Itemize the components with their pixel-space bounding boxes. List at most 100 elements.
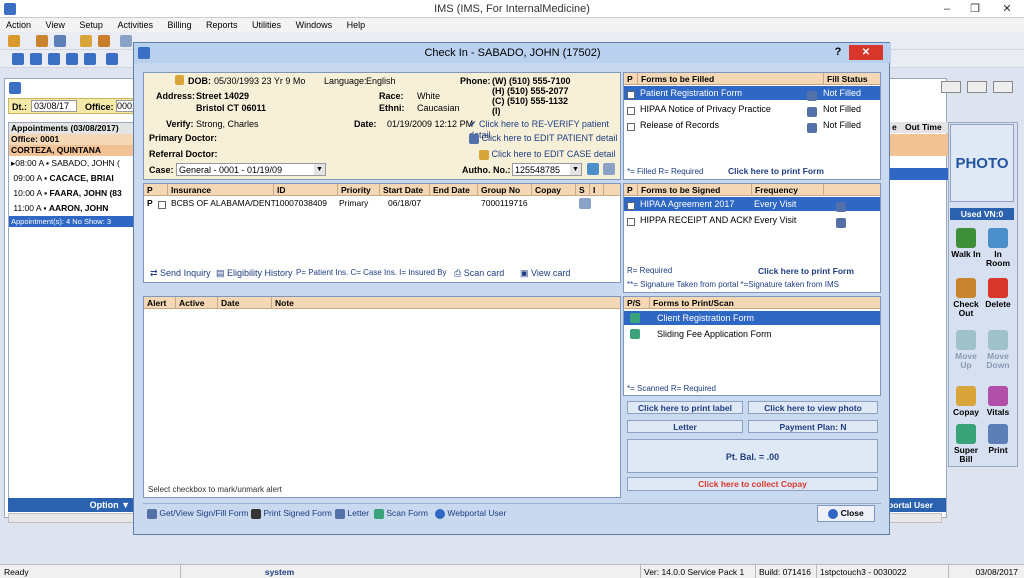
menu-utilities[interactable]: Utilities xyxy=(246,18,287,32)
referral-doctor-label: Referral Doctor: xyxy=(149,149,218,159)
scan-form-link[interactable]: Scan Form xyxy=(374,504,428,522)
delete-icon xyxy=(988,278,1008,298)
dialog-help-button[interactable]: ? xyxy=(831,45,845,60)
dialog-bottom-bar: Get/View Sign/Fill Form Print Signed For… xyxy=(143,503,881,525)
print-button[interactable]: Print xyxy=(982,424,1014,455)
edit-patient-link[interactable]: Click here to EDIT PATIENT detail xyxy=(469,133,617,144)
menu-action[interactable]: Action xyxy=(0,18,37,32)
out-time-bands xyxy=(890,134,948,156)
alerts-panel: Alert Active Date Note Select checkbox t… xyxy=(143,296,621,498)
minimize-icon[interactable]: – xyxy=(934,0,960,18)
document-icon[interactable] xyxy=(98,35,110,47)
collect-copay-button[interactable]: Click here to collect Copay xyxy=(627,477,878,491)
edit-case-link[interactable]: Click here to EDIT CASE detail xyxy=(479,149,615,160)
report-icon[interactable] xyxy=(120,35,132,47)
case-select[interactable]: General - 0001 - 01/19/09 ▼ xyxy=(176,163,326,176)
print-form-row[interactable]: Sliding Fee Application Form xyxy=(624,327,880,341)
window-close-icon[interactable] xyxy=(993,81,1013,93)
search-icon[interactable] xyxy=(587,163,599,175)
sign-form-icon[interactable] xyxy=(836,201,846,212)
sign-form-row[interactable]: HIPPA RECEIPT AND ACKNO Every Visit xyxy=(624,213,880,228)
sign-form-row[interactable]: HIPAA Agreement 2017 Every Visit xyxy=(624,197,880,212)
close-button[interactable]: Close xyxy=(817,505,875,522)
insurance-row[interactable]: P BCBS OF ALABAMA/DENT 10007038409 Prima… xyxy=(144,198,620,211)
appointment-row[interactable]: ▸08:00 A ▪ SABADO, JOHN ( xyxy=(9,156,133,171)
view-card-link[interactable]: ▣ View card xyxy=(520,268,570,279)
window-minimize-icon[interactable] xyxy=(941,81,961,93)
form-row[interactable]: HIPAA Notice of Privacy Practice Not Fil… xyxy=(624,102,880,117)
portal-user-header: portal User xyxy=(888,498,946,512)
walk-in-button[interactable]: Walk In xyxy=(950,228,982,259)
scan-card-icon[interactable] xyxy=(579,198,591,209)
print-signed-form-link[interactable]: Click here to print Form xyxy=(758,266,854,276)
close-icon[interactable]: ✕ xyxy=(990,0,1024,18)
first-icon[interactable] xyxy=(12,53,24,65)
in-room-button[interactable]: In Room xyxy=(982,228,1014,268)
appointment-icon[interactable] xyxy=(54,35,66,47)
letter-button[interactable]: Letter xyxy=(627,420,743,433)
forms-signed-header-row: P Forms to be Signed Frequency xyxy=(624,184,880,196)
copay-button[interactable]: Copay xyxy=(950,386,982,417)
menu-view[interactable]: View xyxy=(40,18,71,32)
menu-billing[interactable]: Billing xyxy=(161,18,197,32)
last-icon[interactable] xyxy=(66,53,78,65)
option-button[interactable]: Option ▼ xyxy=(8,498,134,512)
refresh-icon[interactable] xyxy=(106,53,118,65)
fill-form-icon[interactable] xyxy=(807,106,817,117)
patient-icon[interactable] xyxy=(36,35,48,47)
vitals-button[interactable]: Vitals xyxy=(982,386,1014,417)
print-label-button[interactable]: Click here to print label xyxy=(627,401,743,414)
next-icon[interactable] xyxy=(48,53,60,65)
menu-windows[interactable]: Windows xyxy=(290,18,339,32)
restore-icon[interactable]: ❐ xyxy=(962,0,988,18)
forms-filled-panel: P Forms to be Filled Fill Status Patient… xyxy=(623,72,881,180)
sort-icon[interactable] xyxy=(84,53,96,65)
folder-icon[interactable] xyxy=(80,35,92,47)
appointment-row[interactable]: 09:00 A ▪ CACACE, BRIAI xyxy=(9,171,133,186)
delete-button[interactable]: Delete xyxy=(982,278,1014,309)
menu-reports[interactable]: Reports xyxy=(200,18,244,32)
insurance-legend: P= Patient Ins. C= Case Ins. I= Insured … xyxy=(296,268,447,277)
previous-icon[interactable] xyxy=(30,53,42,65)
document-icon[interactable] xyxy=(603,163,615,175)
forms-filled-legend: *= Filled R= Required xyxy=(627,167,704,176)
race-value: White xyxy=(417,91,441,101)
letter-link[interactable]: Letter xyxy=(335,504,369,522)
move-down-button[interactable]: Move Down xyxy=(982,330,1014,370)
move-up-button[interactable]: Move Up xyxy=(950,330,982,370)
sign-form-icon[interactable] xyxy=(836,217,846,228)
print-form-row[interactable]: Client Registration Form xyxy=(624,311,880,325)
form-row[interactable]: Release of Records Not Filled xyxy=(624,118,880,133)
check-out-icon xyxy=(956,278,976,298)
webportal-user-link[interactable]: Webportal User xyxy=(435,504,506,522)
print-signed-link[interactable]: Print Signed Form xyxy=(251,504,332,522)
window-restore-icon[interactable] xyxy=(967,81,987,93)
forms-signed-panel: P Forms to be Signed Frequency HIPAA Agr… xyxy=(623,183,881,293)
menu-setup[interactable]: Setup xyxy=(73,18,109,32)
menu-activities[interactable]: Activities xyxy=(111,18,159,32)
dialog-close-button[interactable]: ✕ xyxy=(849,45,883,60)
scan-card-link[interactable]: ⎙ Scan card xyxy=(454,268,504,279)
print-form-link[interactable]: Click here to print Form xyxy=(728,166,824,176)
get-view-sign-link[interactable]: Get/View Sign/Fill Form xyxy=(147,504,249,522)
fill-form-icon[interactable] xyxy=(807,122,817,133)
date-input[interactable]: 03/08/17 xyxy=(31,100,77,112)
payment-plan-button[interactable]: Payment Plan: N xyxy=(748,420,878,433)
autho-label: Autho. No.: xyxy=(462,165,511,175)
autho-select[interactable]: 125548785 ▼ xyxy=(512,163,582,176)
menu-help[interactable]: Help xyxy=(341,18,372,32)
view-photo-button[interactable]: Click here to view photo xyxy=(748,401,878,414)
race-label: Race: xyxy=(379,91,404,101)
date-label: Date: xyxy=(354,119,377,129)
appointment-row[interactable]: 10:00 A ▪ FAARA, JOHN (83 xyxy=(9,186,133,201)
fill-form-icon[interactable] xyxy=(807,90,817,101)
super-bill-button[interactable]: Super Bill xyxy=(950,424,982,464)
form-row[interactable]: Patient Registration Form Not Filled xyxy=(624,86,880,101)
eligibility-history-link[interactable]: ▤ Eligibility History xyxy=(216,268,293,279)
appointment-row[interactable]: 11:00 A ▪ AARON, JOHN xyxy=(9,201,133,216)
check-out-button[interactable]: Check Out xyxy=(950,278,982,318)
send-inquiry-link[interactable]: ⇄ Send Inquiry xyxy=(150,268,211,279)
user-icon[interactable] xyxy=(8,35,20,47)
photo-box[interactable]: PHOTO xyxy=(950,124,1014,202)
insurance-checkbox[interactable] xyxy=(158,199,169,209)
